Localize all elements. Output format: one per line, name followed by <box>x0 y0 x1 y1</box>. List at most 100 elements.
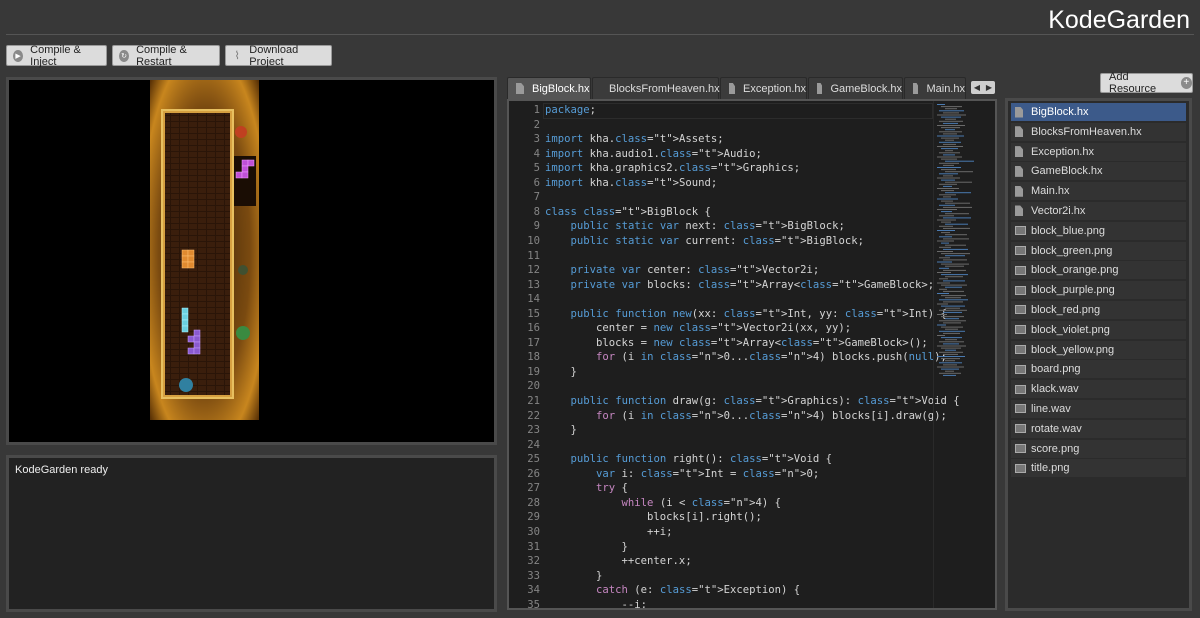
code-line[interactable]: } <box>545 366 577 378</box>
minimap-line <box>939 278 948 280</box>
code-editor[interactable]: 1 2 3 4 5 6 7 8 9 10 11 12 13 14 15 16 17 18 19 20 21 22 23 24 2… <box>507 99 997 610</box>
minimap-line <box>939 162 959 164</box>
code-line[interactable]: ++i; <box>545 526 673 538</box>
resource-item[interactable]: board.png <box>1011 360 1186 379</box>
code-line[interactable]: public function right(): class="t">Void … <box>545 453 833 465</box>
code-line[interactable]: blocks = new class="t">Array<class="t">G… <box>545 337 928 349</box>
tab-scroll-controls[interactable]: ◀ ▶ <box>971 81 995 94</box>
resource-item[interactable]: BigBlock.hx <box>1011 103 1186 121</box>
line-number: 21 <box>527 395 540 407</box>
code-line[interactable]: for (i in class="n">0...class="n">4) blo… <box>545 410 947 422</box>
resource-item[interactable]: title.png <box>1011 459 1186 478</box>
code-line[interactable]: private var blocks: class="t">Array<clas… <box>545 279 935 291</box>
code-line[interactable]: catch (e: class="t">Exception) { <box>545 584 800 596</box>
minimap-line <box>937 146 963 147</box>
resource-label: block_blue.png <box>1031 224 1106 237</box>
compile-inject-button[interactable]: ▶ Compile & Inject <box>6 44 107 68</box>
code-line[interactable]: public static var current: class="t">Big… <box>545 235 864 247</box>
resource-item[interactable]: score.png <box>1011 439 1186 458</box>
resource-item[interactable]: Vector2i.hx <box>1011 201 1186 220</box>
code-line[interactable]: public function draw(g: class="t">Graphi… <box>545 395 960 407</box>
tab-bigblock-hx[interactable]: BigBlock.hx <box>507 77 591 99</box>
minimap-line <box>945 129 955 131</box>
code-line[interactable]: private var center: class="t">Vector2i; <box>545 264 820 276</box>
minimap-line <box>937 240 954 242</box>
code-minimap[interactable] <box>933 101 995 391</box>
line-number: 28 <box>527 496 540 509</box>
game-preview[interactable] <box>6 77 497 445</box>
code-line[interactable]: package; <box>545 104 596 116</box>
code-line[interactable]: } <box>545 541 628 553</box>
minimap-line <box>939 372 961 374</box>
resource-item[interactable]: block_orange.png <box>1011 261 1186 280</box>
code-line[interactable]: import kha.audio1.class="t">Audio; <box>545 148 762 160</box>
code-line[interactable]: } <box>545 424 577 436</box>
code-line[interactable]: --i; <box>545 599 648 608</box>
minimap-line <box>937 230 955 231</box>
tab-scroll-right-icon[interactable]: ▶ <box>983 81 995 94</box>
minimap-line <box>941 347 961 349</box>
resource-item[interactable]: block_yellow.png <box>1011 340 1186 359</box>
code-line[interactable]: import kha.class="t">Assets; <box>545 133 724 145</box>
code-line[interactable]: ++center.x; <box>545 555 692 567</box>
minimap-line <box>943 280 965 282</box>
code-line[interactable]: } <box>545 570 602 582</box>
minimap-line <box>945 223 968 225</box>
line-number: 17 <box>527 336 540 349</box>
image-icon <box>1015 364 1026 374</box>
resource-label: block_red.png <box>1031 303 1101 316</box>
code-line[interactable]: class class="t">BigBlock { <box>545 206 711 218</box>
resource-item[interactable]: rotate.wav <box>1011 419 1186 438</box>
tab-label: GameBlock.hx <box>830 82 902 95</box>
code-line[interactable]: for (i in class="n">0...class="n">4) blo… <box>545 351 947 363</box>
minimap-line <box>943 269 966 271</box>
minimap-line <box>937 335 945 336</box>
minimap-line <box>937 261 952 263</box>
resource-item[interactable]: klack.wav <box>1011 380 1186 399</box>
code-line[interactable]: center = new class="t">Vector2i(xx, yy); <box>545 322 851 334</box>
code-line[interactable]: public function new(xx: class="t">Int, y… <box>545 308 947 320</box>
minimap-line <box>937 156 962 158</box>
code-line[interactable]: while (i < class="n">4) { <box>545 497 781 509</box>
minimap-line <box>937 219 956 221</box>
tab-main-hx[interactable]: Main.hx <box>904 77 966 99</box>
resource-item[interactable]: GameBlock.hx <box>1011 162 1186 181</box>
gem-blue <box>179 378 193 392</box>
resource-item[interactable]: block_green.png <box>1011 241 1186 260</box>
resource-item[interactable]: line.wav <box>1011 399 1186 418</box>
tab-scroll-left-icon[interactable]: ◀ <box>971 81 983 94</box>
tab-blocksfromheaven-hx[interactable]: BlocksFromHeaven.hx <box>592 77 720 99</box>
minimap-line <box>941 305 965 307</box>
minimap-line <box>945 255 965 257</box>
resource-item[interactable]: block_red.png <box>1011 300 1186 319</box>
code-line[interactable]: public static var next: class="t">BigBlo… <box>545 220 845 232</box>
tab-gameblock-hx[interactable]: GameBlock.hx <box>808 77 903 99</box>
minimap-line <box>943 133 957 135</box>
compile-restart-button[interactable]: ↻ Compile & Restart <box>112 44 220 68</box>
download-project-button[interactable]: ⌇ Download Project <box>225 44 332 68</box>
image-icon <box>1015 226 1026 236</box>
code-line[interactable]: import kha.class="t">Sound; <box>545 177 717 189</box>
resource-item[interactable]: BlocksFromHeaven.hx <box>1011 122 1186 141</box>
image-icon <box>1015 246 1026 256</box>
minimap-line <box>941 316 964 318</box>
game-canvas[interactable] <box>9 80 494 442</box>
tab-exception-hx[interactable]: Exception.hx <box>720 77 807 99</box>
minimap-line <box>939 120 963 122</box>
resource-item[interactable]: block_blue.png <box>1011 221 1186 240</box>
add-resource-button[interactable]: Add Resource + <box>1100 71 1193 95</box>
code-line[interactable]: var i: class="t">Int = class="n">0; <box>545 468 819 480</box>
resource-item[interactable]: Exception.hx <box>1011 142 1186 161</box>
image-icon <box>1015 444 1026 454</box>
console-output: KodeGarden ready <box>6 455 497 612</box>
file-icon <box>729 83 736 94</box>
resource-item[interactable]: block_violet.png <box>1011 320 1186 339</box>
minimap-line <box>945 160 974 162</box>
code-line[interactable]: import kha.graphics2.class="t">Graphics; <box>545 162 800 174</box>
resource-item[interactable]: block_purple.png <box>1011 281 1186 300</box>
gem-red <box>235 126 247 138</box>
code-line[interactable]: blocks[i].right(); <box>545 511 762 523</box>
code-line[interactable]: try { <box>545 482 628 494</box>
resource-label: BigBlock.hx <box>1031 106 1089 118</box>
resource-item[interactable]: Main.hx <box>1011 182 1186 201</box>
